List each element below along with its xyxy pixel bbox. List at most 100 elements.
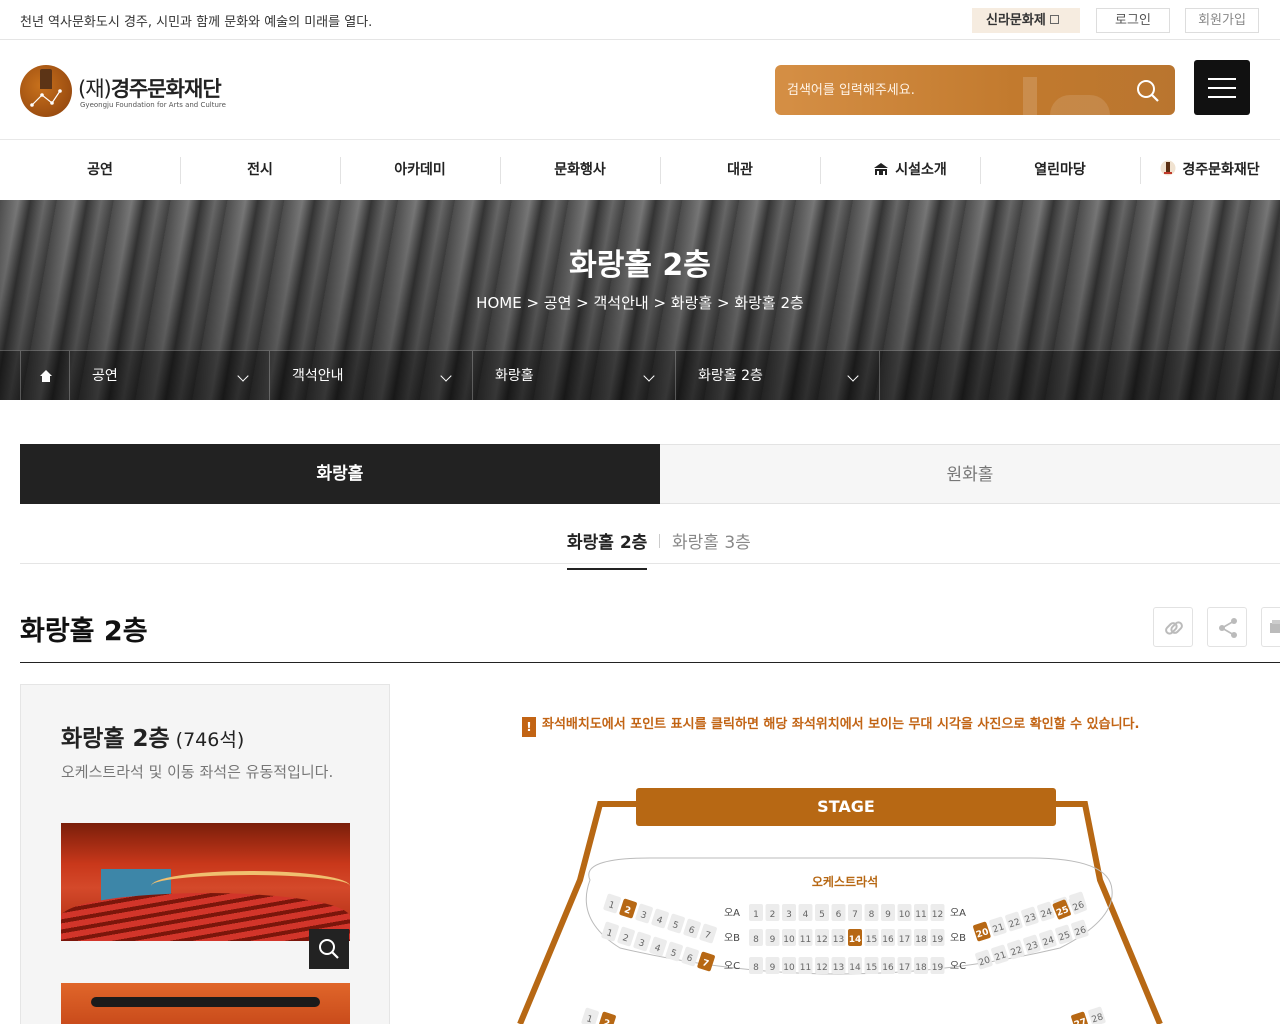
seat[interactable]: 4	[649, 936, 668, 957]
seat[interactable]: 18	[914, 929, 928, 946]
tab-floor-2[interactable]: 화랑홀 2층	[567, 528, 648, 570]
hall-photo-2[interactable]	[61, 983, 350, 1024]
copy-link-button[interactable]	[1153, 607, 1193, 647]
seat[interactable]: 21	[989, 916, 1008, 937]
seat[interactable]: 22	[1005, 911, 1024, 932]
nav-cultural-events[interactable]: 문화행사	[500, 141, 660, 200]
nav-academy[interactable]: 아카데미	[340, 141, 500, 200]
home-button[interactable]	[20, 351, 70, 400]
seat[interactable]: 16	[881, 929, 895, 946]
location-dropdown-1[interactable]: 공연	[70, 351, 270, 400]
tower-icon	[1160, 160, 1176, 176]
nav-open-forum[interactable]: 열린마당	[980, 141, 1140, 200]
seat[interactable]: 11	[914, 904, 928, 921]
seat[interactable]: 16	[881, 957, 895, 974]
seat[interactable]: 8	[749, 929, 763, 946]
nav-rental[interactable]: 대관	[660, 141, 820, 200]
seat[interactable]: 18	[914, 957, 928, 974]
seat[interactable]: 23	[1021, 906, 1040, 927]
seat[interactable]: 6	[683, 918, 702, 939]
seat[interactable]: 10	[897, 904, 912, 921]
site-logo[interactable]: (재)경주문화재단 Gyeongju Foundation for Arts a…	[20, 65, 250, 117]
seat[interactable]: 17	[897, 957, 912, 974]
seat[interactable]: 2	[765, 904, 780, 921]
login-button[interactable]: 로그인	[1096, 8, 1170, 33]
seat[interactable]: 6	[831, 904, 846, 921]
seat[interactable]: 20	[973, 921, 992, 942]
seat[interactable]: 11	[798, 929, 813, 946]
seat[interactable]: 6	[681, 946, 700, 967]
seat[interactable]: 24	[1037, 901, 1056, 922]
nav-performance[interactable]: 공연	[20, 141, 180, 200]
seat[interactable]: 4	[798, 904, 813, 921]
tab-floor-3[interactable]: 화랑홀 3층	[672, 528, 751, 553]
seat[interactable]: 1	[749, 904, 763, 921]
seat[interactable]: 2	[598, 1011, 617, 1024]
seat[interactable]: 12	[815, 957, 829, 974]
tab-wonhwa-hall[interactable]: 원화홀	[660, 444, 1280, 504]
seat[interactable]: 15	[864, 957, 879, 974]
seat[interactable]: 13	[831, 957, 846, 974]
chevron-down-icon	[643, 370, 655, 382]
search-icon[interactable]	[1135, 78, 1161, 104]
seat[interactable]: 7	[697, 951, 716, 972]
seat[interactable]: 5	[667, 913, 686, 934]
seat[interactable]: 1	[601, 921, 620, 942]
seat[interactable]: 12	[930, 904, 945, 921]
seat[interactable]: 8	[749, 957, 763, 974]
seat[interactable]: 5	[665, 941, 684, 962]
nav-foundation[interactable]: 경주문화재단	[1140, 141, 1280, 200]
seat[interactable]: 27	[1071, 1011, 1090, 1024]
seat[interactable]: 20	[975, 949, 994, 970]
seat[interactable]: 4	[651, 908, 670, 929]
seat[interactable]: 17	[897, 929, 912, 946]
seat[interactable]: 5	[815, 904, 829, 921]
seat[interactable]: 10	[782, 929, 796, 946]
seat[interactable]: 22	[1007, 939, 1026, 960]
svg-text:12: 12	[932, 910, 943, 920]
seat[interactable]: 7	[699, 923, 718, 944]
seat[interactable]: 9	[765, 929, 780, 946]
zoom-button[interactable]	[309, 929, 349, 969]
tab-hwarang-hall[interactable]: 화랑홀	[20, 444, 660, 504]
join-button[interactable]: 회원가입	[1185, 8, 1259, 33]
seat[interactable]: 10	[782, 957, 796, 974]
seat[interactable]: 3	[635, 903, 654, 924]
seat[interactable]: 13	[831, 929, 846, 946]
seat[interactable]: 9	[765, 957, 780, 974]
top-utility-bar: 천년 역사문화도시 경주, 시민과 함께 문화와 예술의 미래를 열다. 신라문…	[0, 0, 1280, 40]
seat[interactable]: 14	[848, 957, 862, 974]
seat[interactable]: 11	[798, 957, 813, 974]
share-button[interactable]	[1207, 607, 1247, 647]
seat[interactable]: 1	[581, 1007, 600, 1024]
hamburger-menu-button[interactable]	[1194, 60, 1250, 115]
hall-photo-1[interactable]	[61, 823, 350, 941]
seat[interactable]: 3	[782, 904, 796, 921]
location-dropdown-2[interactable]: 객석안내	[270, 351, 473, 400]
seat[interactable]: 1	[603, 893, 622, 914]
seat[interactable]: 9	[881, 904, 895, 921]
seat[interactable]: 19	[930, 929, 945, 946]
seat[interactable]: 8	[864, 904, 879, 921]
search-input[interactable]	[775, 65, 1115, 115]
seat[interactable]: 3	[633, 931, 652, 952]
seat[interactable]: 25	[1055, 924, 1074, 945]
print-button[interactable]	[1261, 607, 1280, 647]
seat[interactable]: 19	[930, 957, 945, 974]
seat[interactable]: 14	[848, 929, 862, 946]
seat[interactable]: 2	[619, 898, 638, 919]
nav-exhibition[interactable]: 전시	[180, 141, 340, 200]
seat[interactable]: 24	[1039, 929, 1058, 950]
seat[interactable]: 2	[617, 926, 636, 947]
silla-festival-link[interactable]: 신라문화제	[972, 8, 1080, 33]
seat[interactable]: 28	[1088, 1006, 1107, 1024]
seat[interactable]: 12	[815, 929, 829, 946]
seat[interactable]: 23	[1023, 934, 1042, 955]
seat[interactable]: 26	[1071, 919, 1090, 940]
seat[interactable]: 15	[864, 929, 879, 946]
nav-facilities[interactable]: 시설소개	[830, 141, 990, 200]
seat[interactable]: 7	[848, 904, 862, 921]
location-dropdown-4[interactable]: 화랑홀 2층	[676, 351, 880, 400]
location-dropdown-3[interactable]: 화랑홀	[473, 351, 676, 400]
chevron-down-icon	[237, 370, 249, 382]
